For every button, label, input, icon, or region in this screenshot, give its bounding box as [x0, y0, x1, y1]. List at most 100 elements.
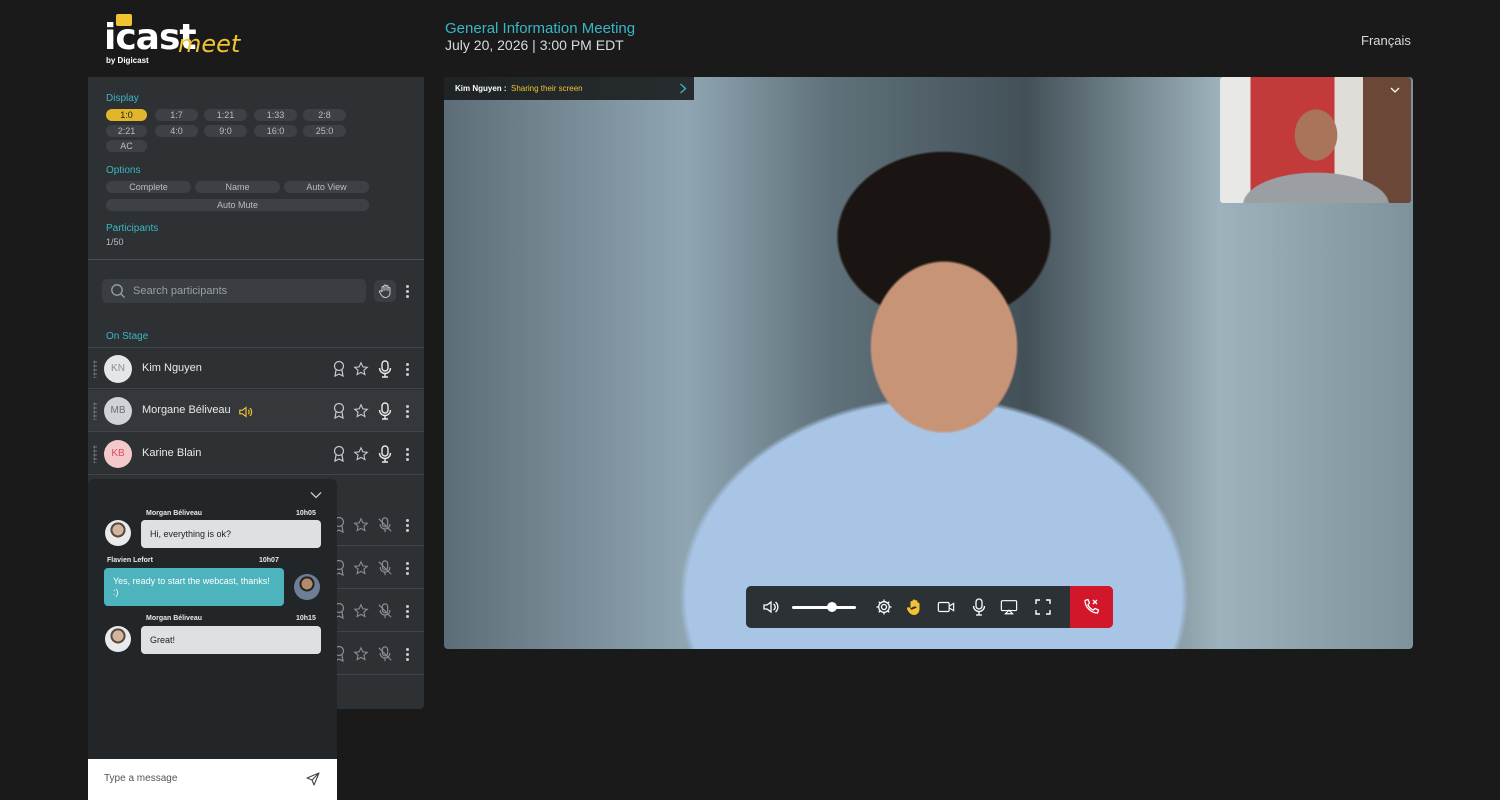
display-option-2-8[interactable]: 2:8 [303, 109, 346, 121]
display-label: Display [106, 93, 139, 104]
raise-hand-filter-button[interactable] [374, 280, 396, 302]
badge-icon[interactable] [331, 402, 347, 420]
participant-menu-icon[interactable] [406, 605, 410, 619]
display-option-1-33[interactable]: 1:33 [254, 109, 297, 121]
hang-up-phone-icon [1084, 598, 1100, 614]
settings-gear-icon[interactable] [875, 598, 893, 616]
microphone-icon[interactable] [377, 402, 393, 420]
participant-row[interactable]: KN Kim Nguyen [88, 347, 424, 389]
sharing-user: Kim Nguyen : [455, 84, 507, 93]
participant-row[interactable]: MB Morgane Béliveau [88, 390, 424, 432]
camera-icon[interactable] [937, 598, 955, 616]
chat-message: Hi, everything is ok? [141, 520, 321, 548]
hang-up-button[interactable] [1070, 586, 1113, 628]
speaking-icon [239, 406, 253, 418]
option-auto-view[interactable]: Auto View [284, 181, 369, 193]
participant-menu-icon[interactable] [406, 363, 410, 377]
call-controls-bar [746, 586, 1113, 628]
participants-menu-icon[interactable] [406, 285, 410, 299]
self-view-video[interactable] [1220, 77, 1411, 203]
badge-icon[interactable] [331, 360, 347, 378]
message-time: 10h07 [259, 557, 279, 564]
avatar: MB [104, 397, 132, 425]
chevron-right-icon[interactable] [679, 83, 687, 94]
message-time: 10h05 [296, 510, 316, 517]
message-author: Morgan Béliveau [146, 510, 203, 517]
main-video-stage[interactable]: Kim Nguyen : Sharing their screen [444, 77, 1413, 649]
participant-menu-icon[interactable] [406, 648, 410, 662]
avatar [105, 520, 131, 546]
participant-row[interactable]: KB Karine Blain [88, 433, 424, 475]
icast-meet-logo[interactable]: icast meet by Digicast [104, 14, 254, 66]
participant-name: Morgane Béliveau [142, 404, 231, 416]
chevron-down-icon[interactable] [1390, 87, 1400, 94]
volume-slider[interactable] [792, 606, 856, 609]
star-icon[interactable] [353, 402, 369, 420]
microphone-muted-icon[interactable] [377, 516, 393, 534]
app-root: icast meet by Digicast General Informati… [0, 0, 1500, 800]
display-option-2-21[interactable]: 2:21 [106, 125, 147, 137]
participant-menu-icon[interactable] [406, 448, 410, 462]
participant-menu-icon[interactable] [406, 519, 410, 533]
microphone-icon[interactable] [970, 598, 988, 616]
message-time: 10h15 [296, 615, 316, 622]
chat-panel: Morgan Béliveau 10h05 Hi, everything is … [88, 479, 337, 800]
microphone-muted-icon[interactable] [377, 645, 393, 663]
option-complete[interactable]: Complete [106, 181, 191, 193]
star-icon[interactable] [353, 516, 369, 534]
options-label: Options [106, 165, 141, 176]
screen-share-banner[interactable]: Kim Nguyen : Sharing their screen [444, 77, 694, 100]
star-icon[interactable] [353, 559, 369, 577]
volume-icon[interactable] [762, 598, 780, 616]
display-option-1-21[interactable]: 1:21 [204, 109, 247, 121]
microphone-muted-icon[interactable] [377, 602, 393, 620]
message-input[interactable]: Type a message [104, 773, 177, 784]
participant-name: Karine Blain [142, 447, 202, 459]
display-option-4-0[interactable]: 4:0 [155, 125, 198, 137]
participant-menu-icon[interactable] [406, 405, 410, 419]
avatar: KB [104, 440, 132, 468]
fullscreen-icon[interactable] [1034, 598, 1052, 616]
microphone-muted-icon[interactable] [377, 559, 393, 577]
star-icon[interactable] [353, 445, 369, 463]
screen-share-icon[interactable] [1000, 598, 1018, 616]
meeting-title: General Information Meeting [445, 20, 636, 37]
avatar [294, 574, 320, 600]
option-name[interactable]: Name [195, 181, 280, 193]
drag-handle-icon[interactable] [93, 360, 97, 378]
chat-message: Yes, ready to start the webcast, thanks!… [104, 568, 284, 606]
display-option-1-0[interactable]: 1:0 [106, 109, 147, 121]
display-option-9-0[interactable]: 9:0 [204, 125, 247, 137]
participant-menu-icon[interactable] [406, 562, 410, 576]
participant-search[interactable]: Search participants [102, 279, 366, 303]
volume-slider-knob[interactable] [826, 602, 837, 612]
badge-icon[interactable] [331, 445, 347, 463]
display-option-25-0[interactable]: 25:0 [303, 125, 346, 137]
option-auto-mute[interactable]: Auto Mute [106, 199, 369, 211]
drag-handle-icon[interactable] [93, 402, 97, 420]
send-icon[interactable] [306, 772, 320, 786]
drag-handle-icon[interactable] [93, 445, 97, 463]
message-author: Morgan Béliveau [146, 615, 203, 622]
display-settings: Display 1:0 1:7 1:21 1:33 2:8 2:21 4:0 9… [88, 77, 424, 260]
display-option-ac[interactable]: AC [106, 140, 147, 152]
display-option-16-0[interactable]: 16:0 [254, 125, 297, 137]
star-icon[interactable] [353, 602, 369, 620]
search-icon [111, 284, 125, 298]
display-option-1-7[interactable]: 1:7 [155, 109, 198, 121]
star-icon[interactable] [353, 645, 369, 663]
sharing-status: Sharing their screen [511, 84, 583, 93]
avatar [105, 626, 131, 652]
raise-hand-icon[interactable] [905, 598, 923, 616]
microphone-icon[interactable] [377, 360, 393, 378]
chat-input-bar[interactable]: Type a message [88, 759, 337, 800]
search-input[interactable]: Search participants [133, 285, 227, 297]
logo-meet-text: meet [178, 30, 241, 58]
language-switch-link[interactable]: Français [1361, 33, 1411, 48]
chat-message: Great! [141, 626, 321, 654]
logo-byline: by Digicast [106, 56, 149, 65]
microphone-icon[interactable] [377, 445, 393, 463]
chevron-down-icon[interactable] [310, 491, 322, 499]
star-icon[interactable] [353, 360, 369, 378]
participant-name: Kim Nguyen [142, 362, 202, 374]
